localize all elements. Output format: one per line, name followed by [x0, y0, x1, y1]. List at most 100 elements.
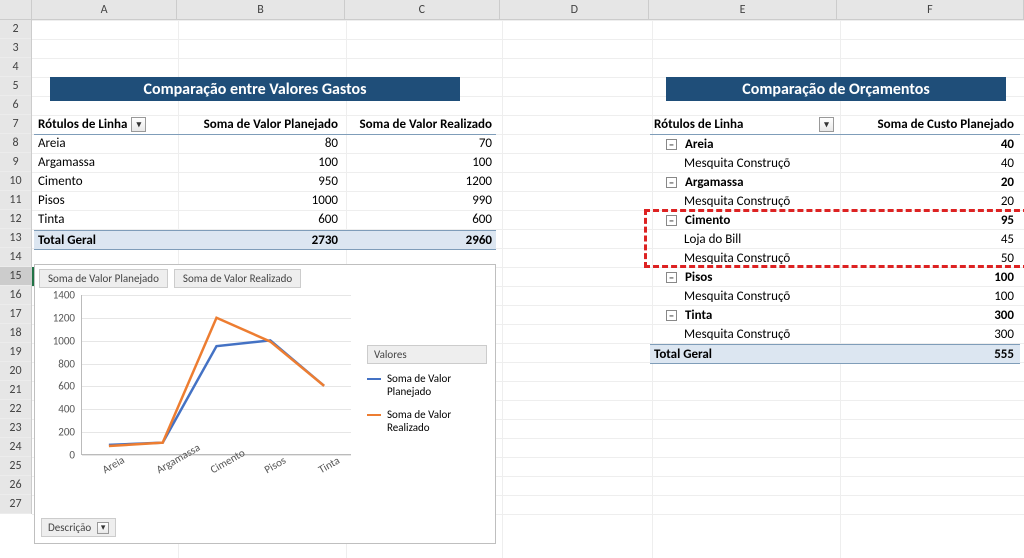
y-tick-label: 200	[58, 426, 75, 439]
pivot1-header-planejado: Soma de Valor Planejado	[178, 115, 342, 134]
chart-value-field-buttons: Soma de Valor Planejado Soma de Valor Re…	[39, 269, 301, 288]
pivot2-group-row[interactable]: −Argamassa20	[650, 173, 1020, 192]
row-header-22[interactable]: 22	[0, 400, 31, 419]
row-header-7[interactable]: 7	[0, 115, 31, 134]
pivot2-group-row[interactable]: −Cimento95	[650, 211, 1020, 230]
pivot1-row-planejado: 600	[178, 211, 342, 230]
select-all-corner[interactable]	[0, 0, 32, 19]
pivot1-row-planejado: 100	[178, 154, 342, 173]
legend-label: Soma de Valor Realizado	[387, 408, 477, 434]
pivot2-child-row[interactable]: Loja do Bill45	[650, 230, 1020, 249]
row-header-14[interactable]: 14	[0, 248, 31, 267]
pivot1-row-planejado: 950	[178, 173, 342, 192]
column-header-F[interactable]: F	[837, 0, 1024, 19]
pivot2-child-value: 100	[834, 289, 1020, 304]
pivot2-header-label-1: Rótulos de Linha	[654, 117, 743, 132]
dropdown-icon[interactable]: ▾	[97, 522, 109, 534]
pivot1-row[interactable]: Areia8070	[34, 135, 496, 154]
legend-item: Soma de Valor Realizado	[367, 408, 487, 434]
row-header-5[interactable]: 5	[0, 77, 31, 96]
pivot-table-gastos: Rótulos de Linha ▾ Soma de Valor Planeja…	[34, 115, 496, 250]
column-header-C[interactable]: C	[345, 0, 500, 19]
row-header-15[interactable]: 15	[0, 267, 31, 286]
row-header-23[interactable]: 23	[0, 419, 31, 438]
pivot2-total-label: Total Geral	[650, 347, 834, 362]
collapse-icon[interactable]: −	[666, 139, 677, 150]
y-tick-label: 1200	[53, 311, 75, 324]
dropdown-icon[interactable]: ▾	[819, 117, 834, 132]
pivot2-group-row[interactable]: −Pisos100	[650, 268, 1020, 287]
row-header-25[interactable]: 25	[0, 457, 31, 476]
row-header-6[interactable]: 6	[0, 96, 31, 115]
row-header-12[interactable]: 12	[0, 210, 31, 229]
pivot2-group-label: −Pisos	[650, 270, 834, 285]
pivot1-total-label: Total Geral	[34, 231, 178, 249]
collapse-icon[interactable]: −	[666, 272, 677, 283]
pivot1-row-realizado: 990	[342, 192, 496, 211]
row-header-19[interactable]: 19	[0, 343, 31, 362]
y-tick-label: 0	[69, 449, 75, 462]
row-header-17[interactable]: 17	[0, 305, 31, 324]
collapse-icon[interactable]: −	[666, 177, 677, 188]
pivot2-child-label: Mesquita Construçõ	[650, 327, 834, 342]
row-header-11[interactable]: 11	[0, 191, 31, 210]
chart-legend-title: Valores	[367, 345, 487, 364]
pivot1-row[interactable]: Pisos1000990	[34, 192, 496, 211]
chart-x-axis: AreiaArgamassaCimentoPisosTinta	[81, 459, 351, 489]
pivot1-row[interactable]: Tinta600600	[34, 211, 496, 230]
pivot2-child-row[interactable]: Mesquita Construçõ50	[650, 249, 1020, 268]
pivot1-row-planejado: 1000	[178, 192, 342, 211]
row-header-column: 2345678910111213141516171819202122232425…	[0, 20, 32, 514]
row-header-9[interactable]: 9	[0, 153, 31, 172]
title-left: Comparação entre Valores Gastos	[50, 77, 460, 101]
row-header-10[interactable]: 10	[0, 172, 31, 191]
row-header-13[interactable]: 13	[0, 229, 31, 248]
chart-field-btn-1[interactable]: Soma de Valor Planejado	[39, 269, 168, 288]
row-header-21[interactable]: 21	[0, 381, 31, 400]
x-tick-label: Tinta	[316, 454, 342, 476]
row-header-8[interactable]: 8	[0, 134, 31, 153]
pivot1-header-rotulos: Rótulos de Linha ▾	[34, 115, 178, 134]
row-header-4[interactable]: 4	[0, 58, 31, 77]
pivot1-total-planejado: 2730	[178, 231, 342, 249]
pivot-chart[interactable]: Soma de Valor Planejado Soma de Valor Re…	[34, 264, 496, 544]
pivot2-header-rotulos: Rótulos de Linha ▾	[650, 117, 834, 132]
row-header-16[interactable]: 16	[0, 286, 31, 305]
pivot2-group-row[interactable]: −Tinta300	[650, 306, 1020, 325]
column-header-D[interactable]: D	[500, 0, 649, 19]
column-header-B[interactable]: B	[177, 0, 344, 19]
worksheet-area[interactable]: Comparação entre Valores Gastos Comparaç…	[32, 20, 1024, 558]
pivot1-row[interactable]: Argamassa100100	[34, 154, 496, 173]
pivot2-group-value: 95	[834, 213, 1020, 228]
pivot2-child-row[interactable]: Mesquita Construçõ20	[650, 192, 1020, 211]
dropdown-icon[interactable]: ▾	[131, 117, 146, 132]
chart-field-btn-2[interactable]: Soma de Valor Realizado	[174, 269, 301, 288]
row-header-27[interactable]: 27	[0, 495, 31, 514]
pivot2-child-value: 20	[834, 194, 1020, 209]
pivot1-row-planejado: 80	[178, 135, 342, 154]
row-header-3[interactable]: 3	[0, 39, 31, 58]
row-header-24[interactable]: 24	[0, 438, 31, 457]
chart-axis-field-button[interactable]: Descrição ▾	[41, 518, 116, 537]
pivot2-child-row[interactable]: Mesquita Construçõ300	[650, 325, 1020, 344]
pivot2-child-row[interactable]: Mesquita Construçõ40	[650, 154, 1020, 173]
row-header-26[interactable]: 26	[0, 476, 31, 495]
row-header-18[interactable]: 18	[0, 324, 31, 343]
chart-lines	[82, 295, 351, 454]
legend-item: Soma de Valor Planejado	[367, 372, 487, 398]
pivot1-row-realizado: 100	[342, 154, 496, 173]
collapse-icon[interactable]: −	[666, 215, 677, 226]
column-header-E[interactable]: E	[649, 0, 836, 19]
row-header-2[interactable]: 2	[0, 20, 31, 39]
row-header-20[interactable]: 20	[0, 362, 31, 381]
collapse-icon[interactable]: −	[666, 310, 677, 321]
pivot1-header-label-3: Soma de Valor Realizado	[359, 117, 492, 132]
pivot2-child-value: 50	[834, 251, 1020, 266]
y-tick-label: 1000	[53, 334, 75, 347]
pivot2-group-row[interactable]: −Areia40	[650, 135, 1020, 154]
pivot1-header-row: Rótulos de Linha ▾ Soma de Valor Planeja…	[34, 115, 496, 135]
pivot2-child-row[interactable]: Mesquita Construçõ100	[650, 287, 1020, 306]
y-tick-label: 800	[58, 357, 75, 370]
column-header-A[interactable]: A	[32, 0, 177, 19]
pivot1-row[interactable]: Cimento9501200	[34, 173, 496, 192]
